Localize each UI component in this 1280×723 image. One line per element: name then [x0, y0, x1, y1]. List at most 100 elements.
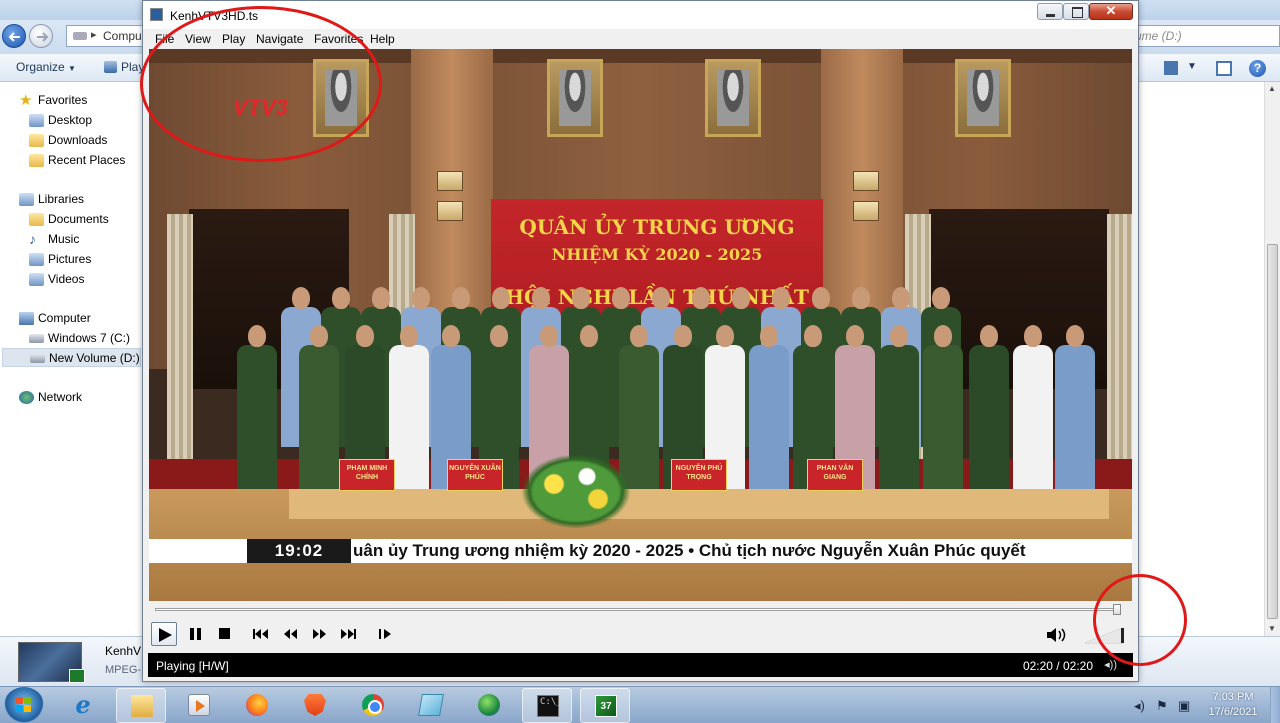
hard-drive-icon: [29, 334, 44, 343]
music-icon: ♪: [29, 231, 36, 247]
taskbar-notepad[interactable]: [406, 688, 456, 723]
speaker-icon[interactable]: [1045, 626, 1069, 644]
banner-line-1: QUÂN ỦY TRUNG ƯƠNG: [519, 215, 795, 239]
details-file-type: MPEG-: [105, 664, 142, 676]
computer-icon: [19, 312, 34, 325]
breadcrumb-arrow-icon: ▸: [91, 29, 97, 41]
details-file-name: KenhV: [105, 644, 142, 658]
taskbar-clock[interactable]: 7:03 PM 17/6/2021: [1198, 690, 1268, 720]
volume-tray-icon[interactable]: ◂): [1134, 698, 1145, 714]
arrow-right-icon: [37, 32, 49, 42]
video-table-top: [289, 489, 1109, 519]
fast-forward-icon: [313, 629, 326, 639]
maximize-button[interactable]: [1063, 3, 1089, 20]
globe-icon: [478, 694, 500, 716]
video-portrait: [705, 59, 761, 137]
command-prompt-icon: C:\_: [537, 695, 562, 717]
ticker-clock: 19:02: [247, 539, 351, 563]
stop-button[interactable]: [212, 622, 238, 646]
search-input[interactable]: ume (D:): [1134, 25, 1280, 47]
pause-icon: [190, 628, 201, 640]
minimize-button[interactable]: [1037, 3, 1063, 20]
player-statusbar: Playing [H/W] 02:20 / 02:20 ◂)): [148, 653, 1133, 677]
help-icon[interactable]: ?: [1249, 60, 1266, 77]
play-button[interactable]: Play: [104, 60, 144, 74]
close-button[interactable]: ✕: [1089, 3, 1133, 20]
next-button[interactable]: [335, 622, 361, 646]
back-button[interactable]: [2, 24, 26, 48]
pictures-icon: [29, 253, 44, 266]
playback-controls: [143, 618, 1138, 652]
views-icon[interactable]: [1164, 61, 1178, 75]
taskbar-chrome[interactable]: [348, 688, 398, 723]
clock-time: 7:03 PM: [1212, 691, 1254, 703]
video-person: [619, 325, 659, 495]
video-person: [299, 325, 339, 495]
organize-button[interactable]: Organize ▼: [16, 60, 76, 74]
video-nameplate: PHẠM MINH CHÍNH: [339, 459, 395, 491]
brave-icon: [304, 694, 326, 716]
scrollbar-thumb[interactable]: [1267, 244, 1278, 619]
flag-icon[interactable]: ⚑: [1156, 698, 1168, 714]
taskbar-media-player-classic[interactable]: 37: [580, 688, 630, 723]
taskbar-firefox[interactable]: [232, 688, 282, 723]
explorer-scrollbar[interactable]: ▲ ▼: [1264, 82, 1280, 636]
video-wall-lamp: [437, 201, 463, 221]
start-button[interactable]: [4, 687, 44, 723]
video-wall-lamp: [853, 171, 879, 191]
skip-forward-icon: [341, 629, 356, 639]
chrome-icon: [362, 694, 384, 716]
playback-state: Playing [H/W]: [156, 659, 229, 673]
video-portrait: [955, 59, 1011, 137]
taskbar-browser[interactable]: [464, 688, 514, 723]
taskbar-media-player[interactable]: [174, 688, 224, 723]
internet-explorer-icon: e: [75, 690, 91, 719]
stop-icon: [219, 628, 230, 639]
video-curtain: [167, 214, 193, 484]
firefox-icon: [246, 694, 268, 716]
scroll-down-icon[interactable]: ▼: [1268, 624, 1276, 633]
skip-back-icon: [253, 629, 268, 639]
arrow-left-icon: [8, 32, 20, 42]
rewind-button[interactable]: [277, 622, 303, 646]
documents-icon: [29, 213, 44, 226]
video-nameplate: NGUYỄN PHÚ TRỌNG: [671, 459, 727, 491]
media-player-icon: [188, 694, 210, 716]
desktop-icon: [29, 114, 44, 127]
taskbar-brave[interactable]: [290, 688, 340, 723]
seek-track[interactable]: [155, 608, 1121, 611]
play-icon: [159, 628, 172, 642]
video-person: [237, 325, 277, 495]
preview-pane-icon[interactable]: [1216, 61, 1232, 76]
scroll-up-icon[interactable]: ▲: [1268, 84, 1276, 93]
play-button[interactable]: [151, 622, 177, 646]
video-person: [1013, 325, 1053, 495]
navigation-pane: ★ Favorites Desktop Downloads Recent Plac…: [0, 82, 143, 636]
folder-icon: [131, 695, 153, 717]
taskbar-command-prompt[interactable]: C:\_: [522, 688, 572, 723]
nav-new-volume-drive[interactable]: New Volume (D:): [2, 348, 141, 367]
taskbar-internet-explorer[interactable]: e: [58, 688, 108, 723]
close-icon: ✕: [1105, 3, 1117, 18]
video-portrait: [547, 59, 603, 137]
taskbar-windows-explorer[interactable]: [116, 688, 166, 723]
frame-step-button[interactable]: [372, 622, 398, 646]
previous-button[interactable]: [247, 622, 273, 646]
star-icon: ★: [19, 92, 33, 109]
rewind-icon: [284, 629, 297, 639]
views-dropdown-icon[interactable]: ▼: [1187, 61, 1197, 72]
fast-forward-button[interactable]: [306, 622, 332, 646]
clock-date: 17/6/2021: [1208, 706, 1258, 718]
videos-icon: [29, 273, 44, 286]
show-desktop-button[interactable]: [1270, 687, 1280, 723]
forward-button[interactable]: [29, 24, 53, 48]
chevron-down-icon: ▼: [68, 64, 76, 73]
annotation-circle-volume: [1093, 574, 1187, 666]
address-bar[interactable]: ▸ Compu: [66, 25, 146, 47]
media-player-icon: [150, 8, 163, 21]
network-tray-icon[interactable]: ▣: [1178, 698, 1190, 714]
video-person: [879, 325, 919, 495]
pause-button[interactable]: [183, 622, 209, 646]
seek-bar[interactable]: [149, 602, 1132, 616]
menu-help[interactable]: Help: [370, 32, 395, 46]
